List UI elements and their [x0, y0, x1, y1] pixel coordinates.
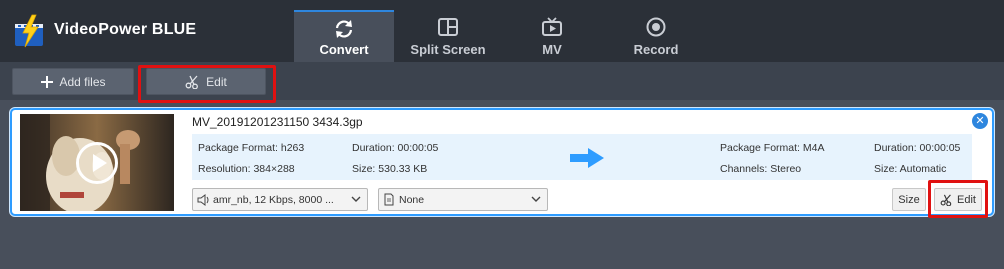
record-icon — [646, 17, 666, 37]
tab-convert[interactable]: Convert — [294, 10, 394, 62]
output-size: Size: Automatic — [874, 163, 947, 175]
document-icon — [384, 193, 394, 206]
conversion-info-panel: Package Format: h263 Duration: 00:00:05 … — [192, 134, 972, 180]
audio-track-value: amr_nb, 12 Kbps, 8000 ... — [213, 193, 334, 206]
tab-split-screen[interactable]: Split Screen — [398, 10, 498, 62]
tab-mv-label: MV — [542, 42, 562, 57]
highlight-frame — [138, 65, 276, 103]
subtitle-select[interactable]: None — [378, 188, 548, 211]
play-button[interactable] — [76, 142, 118, 184]
source-resolution: Resolution: 384×288 — [198, 163, 295, 175]
file-name: MV_20191201231150 3434.3gp — [192, 115, 363, 129]
output-package-format: Package Format: M4A — [720, 142, 825, 154]
app-title: VideoPower BLUE — [54, 21, 197, 38]
file-item-card[interactable]: MV_20191201231150 3434.3gp ✕ Package For… — [10, 108, 994, 218]
remove-file-icon[interactable]: ✕ — [972, 113, 988, 129]
toolbar: Add files Edit — [0, 62, 1004, 103]
speaker-icon — [197, 193, 209, 206]
size-label: Size — [898, 193, 920, 206]
app-logo-icon — [15, 14, 43, 48]
chevron-down-icon — [531, 196, 541, 202]
tab-convert-label: Convert — [319, 42, 369, 57]
refresh-icon — [335, 20, 353, 38]
arrow-right-icon — [570, 148, 604, 168]
highlight-frame — [928, 180, 988, 218]
split-screen-icon — [438, 18, 458, 36]
video-thumbnail[interactable] — [20, 114, 174, 211]
tab-mv[interactable]: MV — [502, 10, 602, 62]
source-duration: Duration: 00:00:05 — [352, 142, 439, 154]
source-size: Size: 530.33 KB — [352, 163, 428, 175]
chevron-down-icon — [351, 196, 361, 202]
source-package-format: Package Format: h263 — [198, 142, 305, 154]
add-files-label: Add files — [59, 74, 106, 89]
output-channels: Channels: Stereo — [720, 163, 802, 175]
title-bar: VideoPower BLUE Convert Split Screen MV — [0, 0, 1004, 62]
tab-record-label: Record — [633, 42, 679, 57]
tv-icon — [542, 17, 562, 36]
size-button[interactable]: Size — [892, 188, 926, 211]
tab-split-screen-label: Split Screen — [410, 42, 486, 57]
output-duration: Duration: 00:00:05 — [874, 142, 961, 154]
subtitle-value: None — [399, 193, 425, 206]
audio-track-select[interactable]: amr_nb, 12 Kbps, 8000 ... — [192, 188, 368, 211]
plus-icon — [41, 75, 54, 88]
add-files-button[interactable]: Add files — [12, 68, 134, 95]
tab-record[interactable]: Record — [606, 10, 706, 62]
